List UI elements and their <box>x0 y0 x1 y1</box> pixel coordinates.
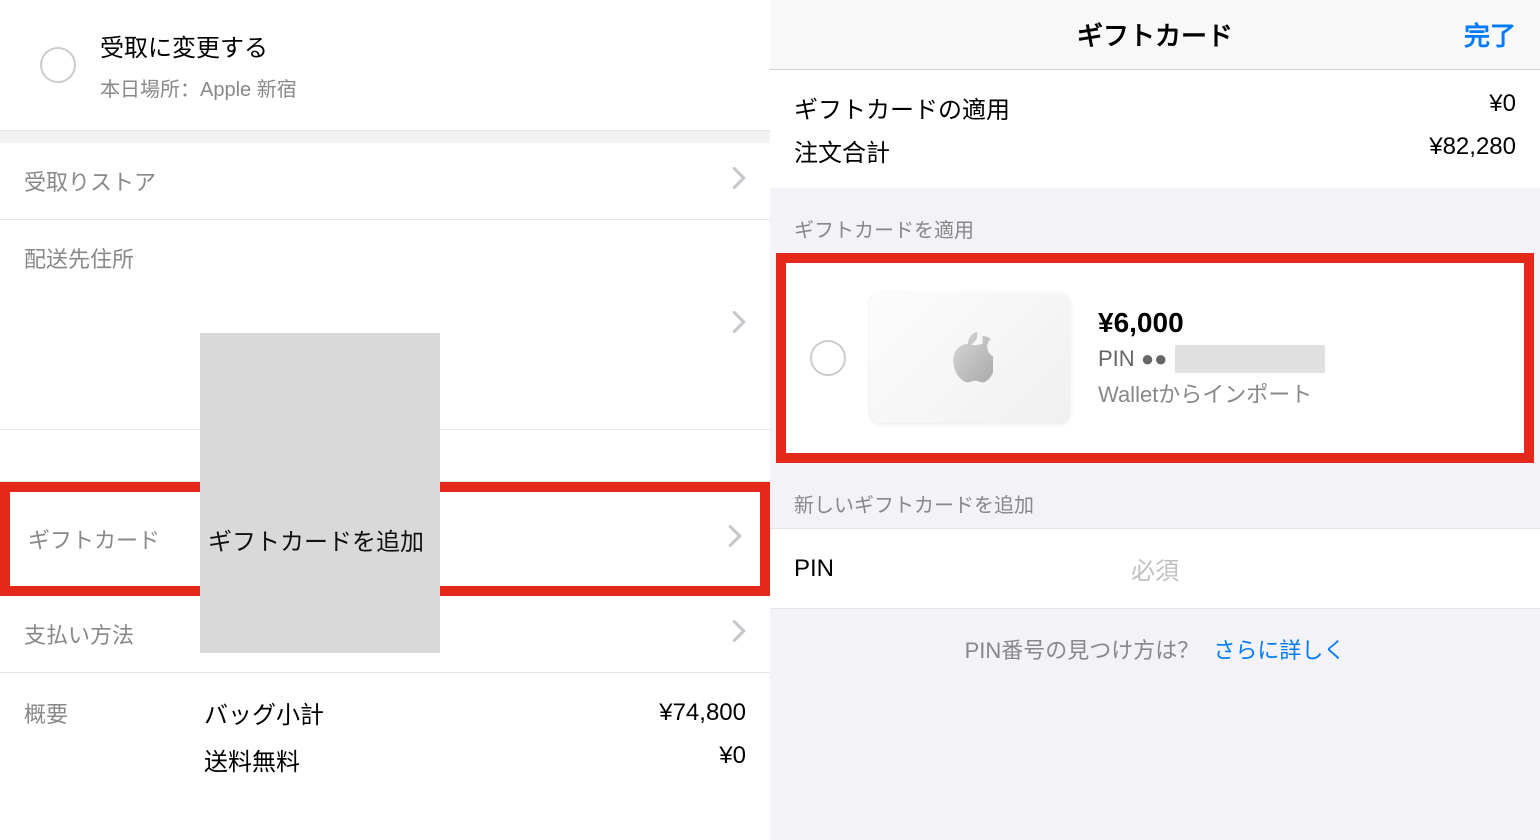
help-text: PIN番号の見つけ方は？ <box>965 638 1200 663</box>
section-header-apply: ギフトカードを適用 <box>770 188 1540 253</box>
chevron-right-icon <box>732 311 746 339</box>
radio-icon[interactable] <box>40 47 76 83</box>
applied-label: ギフトカードの適用 <box>794 90 1010 125</box>
giftcard-amount: ¥6,000 <box>1098 307 1500 339</box>
row-label: 受取りストア <box>24 165 204 197</box>
totals-section: ギフトカードの適用 ¥0 注文合計 ¥82,280 <box>770 70 1540 188</box>
bag-subtotal-label: バッグ小計 <box>204 695 659 730</box>
row-label: 支払い方法 <box>24 618 204 650</box>
chevron-right-icon <box>728 525 742 553</box>
redacted-block <box>1175 345 1325 373</box>
nav-bar: ギフトカード 完了 <box>770 0 1540 70</box>
pin-field-placeholder: 必須 <box>914 551 1396 586</box>
pickup-location: 本日場所：Apple 新宿 <box>100 73 746 102</box>
done-button[interactable]: 完了 <box>1464 16 1516 53</box>
payment-method-row[interactable]: 支払い方法 <box>0 596 770 673</box>
pickup-store-row[interactable]: 受取りストア <box>0 143 770 220</box>
wallet-import-label: Walletからインポート <box>1098 377 1500 409</box>
section-header-add: 新しいギフトカードを追加 <box>770 463 1540 528</box>
summary-label: 概要 <box>24 697 204 729</box>
pickup-title: 受取に変更する <box>100 28 746 63</box>
order-total-label: 注文合計 <box>794 133 890 168</box>
giftcard-row[interactable]: ギフトカード ギフトカードを追加 <box>24 504 746 574</box>
giftcard-item[interactable]: ¥6,000 PIN ●● Walletからインポート <box>786 263 1524 453</box>
pin-help: PIN番号の見つけ方は？ さらに詳しく <box>770 609 1540 689</box>
giftcard-pin: PIN ●● <box>1098 345 1500 373</box>
summary-row: 概要 バッグ小計 ¥74,800 <box>0 673 770 734</box>
help-link[interactable]: さらに詳しく <box>1213 638 1345 663</box>
summary-row: 送料無料 ¥0 <box>0 734 770 785</box>
checkout-panel: 受取に変更する 本日場所：Apple 新宿 受取りストア 配送先住所 日本 <box>0 0 770 840</box>
nav-title: ギフトカード <box>1077 16 1233 53</box>
pin-input-row[interactable]: PIN 必須 <box>770 528 1540 609</box>
apple-logo-icon <box>948 331 993 386</box>
pin-dots: ●● <box>1141 346 1168 372</box>
row-label: 配送先住所 <box>24 242 204 274</box>
shipping-value: ¥0 <box>719 742 746 777</box>
shipping-label: 送料無料 <box>204 742 719 777</box>
giftcard-add-label: ギフトカードを追加 <box>208 522 728 557</box>
chevron-right-icon <box>732 167 746 195</box>
order-total-value: ¥82,280 <box>1429 133 1516 168</box>
applied-value: ¥0 <box>1489 90 1516 125</box>
pin-label: PIN <box>1098 346 1135 372</box>
section-divider <box>0 131 770 143</box>
giftcard-panel: ギフトカード 完了 ギフトカードの適用 ¥0 注文合計 ¥82,280 ギフトカ… <box>770 0 1540 840</box>
highlight-box: ¥6,000 PIN ●● Walletからインポート <box>776 253 1534 463</box>
giftcard-info: ¥6,000 PIN ●● Walletからインポート <box>1098 307 1500 409</box>
row-label: ギフトカード <box>28 523 208 555</box>
pin-field-label: PIN <box>794 555 914 583</box>
bag-subtotal-value: ¥74,800 <box>659 699 746 727</box>
radio-icon[interactable] <box>810 340 846 376</box>
pickup-option[interactable]: 受取に変更する 本日場所：Apple 新宿 <box>0 0 770 131</box>
chevron-right-icon <box>732 620 746 648</box>
giftcard-image <box>870 293 1070 423</box>
